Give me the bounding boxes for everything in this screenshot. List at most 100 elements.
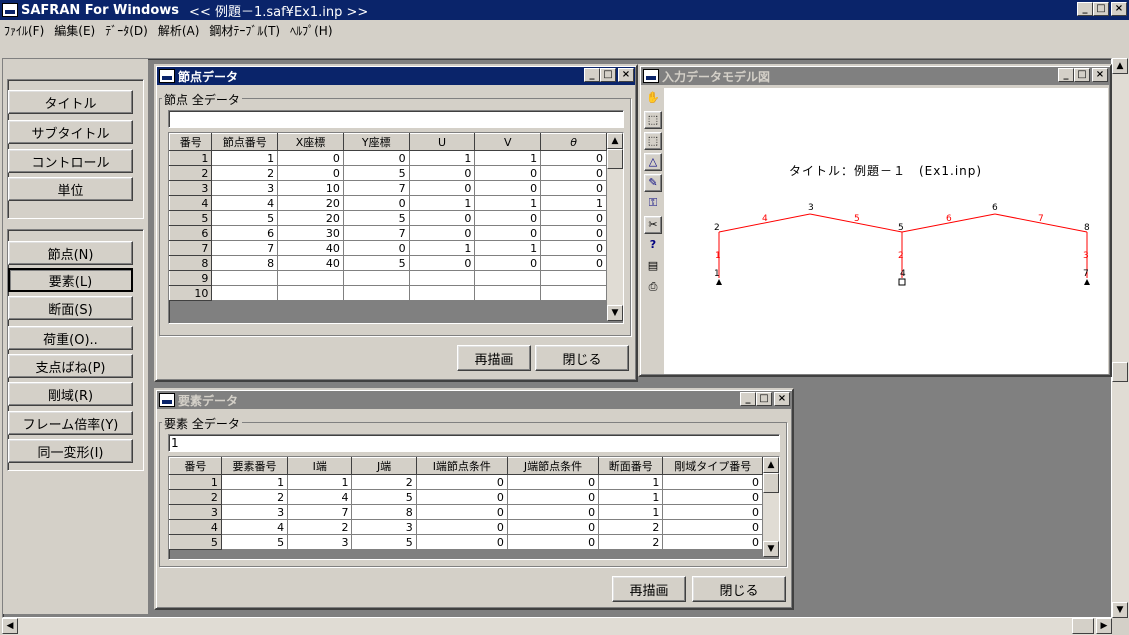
- table-cell[interactable]: 0: [415, 504, 508, 520]
- table-cell[interactable]: 0: [415, 474, 508, 490]
- scroll-left-icon[interactable]: ◀: [2, 618, 18, 634]
- scroll-right-icon[interactable]: ▶: [1096, 618, 1112, 634]
- column-header[interactable]: J端: [351, 457, 417, 475]
- row-number[interactable]: 8: [169, 255, 213, 271]
- table-cell[interactable]: 0: [342, 195, 410, 211]
- table-cell[interactable]: 7: [342, 180, 410, 196]
- triangle-icon[interactable]: △: [644, 153, 662, 171]
- table-cell[interactable]: 6: [211, 225, 279, 241]
- table-cell[interactable]: 0: [474, 165, 542, 181]
- table-cell[interactable]: 1: [408, 195, 476, 211]
- menu-analysis[interactable]: 解析(A): [158, 22, 200, 39]
- table-cell[interactable]: 30: [277, 225, 344, 241]
- table-cell[interactable]: 3: [220, 504, 289, 520]
- table-cell[interactable]: 2: [211, 165, 279, 181]
- table-cell[interactable]: [540, 270, 607, 286]
- table-cell[interactable]: 0: [540, 150, 607, 166]
- size-grip[interactable]: [1112, 618, 1129, 635]
- table-cell[interactable]: 0: [506, 489, 600, 505]
- column-header[interactable]: I端: [287, 457, 353, 475]
- zoom-window-icon[interactable]: ⬚: [644, 111, 662, 129]
- menu-file[interactable]: ﾌｧｲﾙ(F): [4, 22, 44, 39]
- maximize-icon[interactable]: □: [1074, 68, 1090, 82]
- table-cell[interactable]: [474, 270, 542, 286]
- row-number[interactable]: 4: [169, 195, 213, 211]
- row-number[interactable]: 1: [169, 474, 222, 490]
- close-icon[interactable]: ×: [1092, 68, 1108, 82]
- spring-button[interactable]: 支点ばね(P): [8, 354, 133, 378]
- table-row[interactable]: 9: [169, 270, 607, 286]
- table-cell[interactable]: 0: [342, 150, 410, 166]
- close-icon[interactable]: ×: [618, 68, 634, 82]
- table-cell[interactable]: [408, 270, 476, 286]
- subtitle-button[interactable]: サブタイトル: [8, 120, 133, 144]
- table-cell[interactable]: 20: [277, 210, 344, 226]
- row-number[interactable]: 5: [169, 210, 213, 226]
- table-cell[interactable]: 0: [540, 255, 607, 271]
- title-button[interactable]: タイトル: [8, 90, 133, 114]
- column-header[interactable]: J端節点条件: [506, 457, 600, 475]
- row-number[interactable]: 7: [169, 240, 213, 256]
- table-cell[interactable]: 1: [540, 195, 607, 211]
- table-cell[interactable]: 0: [408, 225, 476, 241]
- table-cell[interactable]: 2: [287, 519, 353, 535]
- row-number[interactable]: 5: [169, 534, 222, 550]
- column-header[interactable]: U: [408, 133, 476, 151]
- table-cell[interactable]: 3: [351, 519, 417, 535]
- table-cell[interactable]: 1: [598, 474, 664, 490]
- element-grid[interactable]: 番号 要素番号 I端 J端 I端節点条件 J端節点条件 断面番号 剛域タイプ番号…: [168, 456, 780, 560]
- paste-icon[interactable]: ▤: [644, 258, 662, 276]
- element-grid-scrollbar[interactable]: ▲ ▼: [763, 457, 779, 557]
- hand-icon[interactable]: ✋: [644, 90, 662, 108]
- row-number[interactable]: 3: [169, 180, 213, 196]
- table-cell[interactable]: 1: [598, 504, 664, 520]
- table-cell[interactable]: 0: [277, 165, 344, 181]
- table-cell[interactable]: [408, 285, 476, 301]
- close-icon[interactable]: ×: [1111, 2, 1127, 16]
- table-cell[interactable]: [211, 270, 279, 286]
- element-button[interactable]: 要素(L): [8, 268, 133, 292]
- menu-help[interactable]: ﾍﾙﾌﾟ(H): [290, 22, 332, 39]
- edit-icon[interactable]: ✎: [644, 174, 662, 192]
- table-cell[interactable]: [474, 285, 542, 301]
- table-row[interactable]: 1100110: [169, 150, 607, 166]
- scroll-thumb[interactable]: [607, 149, 623, 169]
- row-number[interactable]: 2: [169, 489, 222, 505]
- same-deformation-button[interactable]: 同一変形(I): [8, 439, 133, 463]
- table-row[interactable]: 11120010: [169, 474, 763, 490]
- table-cell[interactable]: 0: [408, 210, 476, 226]
- column-header[interactable]: 節点番号: [211, 133, 279, 151]
- app-titlebar[interactable]: SAFRAN For Windows << 例題－1.saf¥Ex1.inp >…: [0, 0, 1129, 20]
- table-cell[interactable]: 2: [351, 474, 417, 490]
- node-button[interactable]: 節点(N): [8, 241, 133, 265]
- element-edit-field[interactable]: 1: [168, 434, 780, 452]
- row-number[interactable]: 10: [169, 285, 213, 301]
- scroll-up-icon[interactable]: ▲: [763, 457, 779, 473]
- table-cell[interactable]: 8: [211, 255, 279, 271]
- column-header[interactable]: Y座標: [342, 133, 410, 151]
- table-row[interactable]: 5 5 20 5 0 0 0: [169, 210, 607, 226]
- main-vertical-scrollbar[interactable]: ▲ ▼: [1112, 58, 1129, 618]
- column-header[interactable]: X座標: [277, 133, 344, 151]
- node-edit-field[interactable]: [168, 110, 624, 128]
- table-cell[interactable]: 2: [598, 519, 664, 535]
- table-cell[interactable]: 0: [662, 519, 763, 535]
- table-row[interactable]: 4 4 20 0 1 1 1: [169, 195, 607, 211]
- table-cell[interactable]: [211, 285, 279, 301]
- node-grid-scrollbar[interactable]: ▲ ▼: [607, 133, 623, 321]
- table-cell[interactable]: 0: [474, 255, 542, 271]
- table-cell[interactable]: 0: [540, 210, 607, 226]
- close-icon[interactable]: ×: [774, 392, 790, 406]
- table-cell[interactable]: 4: [287, 489, 353, 505]
- column-header[interactable]: 番号: [169, 457, 222, 475]
- table-cell[interactable]: [277, 285, 344, 301]
- maximize-icon[interactable]: □: [1093, 2, 1109, 16]
- table-cell[interactable]: 0: [474, 210, 542, 226]
- key-icon[interactable]: ⚿: [644, 195, 662, 213]
- menu-edit[interactable]: 編集(E): [54, 22, 95, 39]
- scroll-up-icon[interactable]: ▲: [607, 133, 623, 149]
- minimize-icon[interactable]: _: [1077, 2, 1093, 16]
- table-cell[interactable]: [277, 270, 344, 286]
- print-icon[interactable]: ⎙: [644, 279, 662, 297]
- row-number[interactable]: 3: [169, 504, 222, 520]
